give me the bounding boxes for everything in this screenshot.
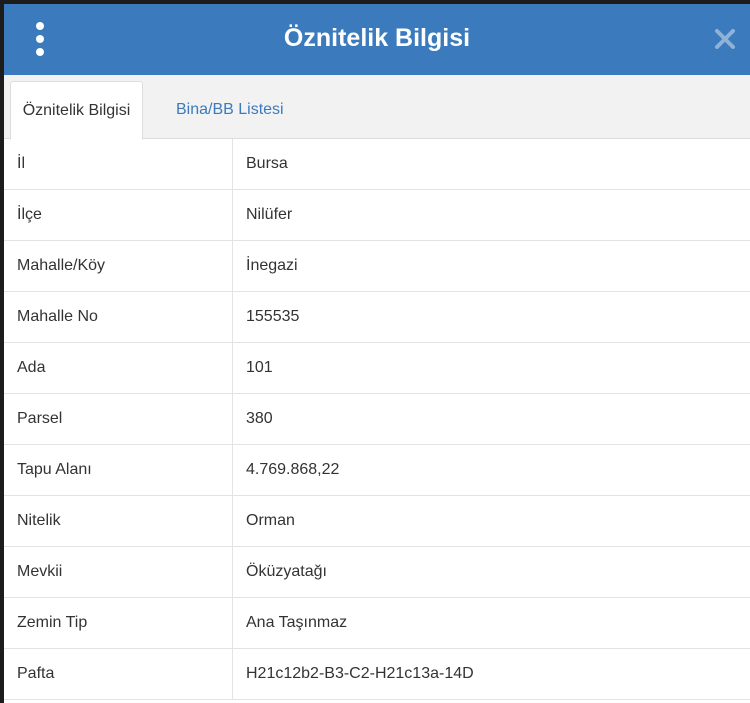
table-row: İl Bursa xyxy=(4,139,750,190)
attribute-key: Zemin Tip xyxy=(4,597,233,649)
table-row: Mevkii Öküzyatağı xyxy=(4,546,750,598)
attribute-value: 4.769.868,22 xyxy=(232,444,750,496)
attribute-value: Orman xyxy=(232,495,750,547)
attribute-value: Nilüfer xyxy=(232,189,750,241)
table-row: Nitelik Orman xyxy=(4,495,750,547)
table-row: Mahalle/Köy İnegazi xyxy=(4,240,750,292)
close-icon[interactable] xyxy=(712,26,738,52)
table-row: İlçe Nilüfer xyxy=(4,189,750,241)
attribute-key: İl xyxy=(4,139,233,190)
attribute-key: Tapu Alanı xyxy=(4,444,233,496)
attribute-key: Parsel xyxy=(4,393,233,445)
window-frame: Öznitelik Bilgisi Öznitelik Bilgisi Bina… xyxy=(0,0,750,703)
table-row: Mahalle No 155535 xyxy=(4,291,750,343)
attribute-key: İlçe xyxy=(4,189,233,241)
attribute-key: Mevkii xyxy=(4,546,233,598)
attribute-value: 380 xyxy=(232,393,750,445)
attribute-value: Bursa xyxy=(232,139,750,190)
attribute-key: Mahalle No xyxy=(4,291,233,343)
dialog-title: Öznitelik Bilgisi xyxy=(283,24,471,52)
table-row: Pafta H21c12b2-B3-C2-H21c13a-14D xyxy=(4,648,750,700)
attribute-info-dialog: Öznitelik Bilgisi Öznitelik Bilgisi Bina… xyxy=(4,4,750,703)
attribute-value: 155535 xyxy=(232,291,750,343)
attribute-key: Nitelik xyxy=(4,495,233,547)
attribute-value: Öküzyatağı xyxy=(232,546,750,598)
attribute-key: Pafta xyxy=(4,648,233,700)
attribute-value: H21c12b2-B3-C2-H21c13a-14D xyxy=(232,648,750,700)
tab-bar: Öznitelik Bilgisi Bina/BB Listesi xyxy=(4,75,750,140)
attribute-value: 101 xyxy=(232,342,750,394)
table-row: Zemin Tip Ana Taşınmaz xyxy=(4,597,750,649)
tab-building-list[interactable]: Bina/BB Listesi xyxy=(164,81,296,138)
dialog-titlebar: Öznitelik Bilgisi xyxy=(4,4,750,75)
table-row: Tapu Alanı 4.769.868,22 xyxy=(4,444,750,496)
attribute-key: Mahalle/Köy xyxy=(4,240,233,292)
table-row: Parsel 380 xyxy=(4,393,750,445)
attribute-key: Ada xyxy=(4,342,233,394)
attribute-table: İl Bursa İlçe Nilüfer Mahalle/Köy İnegazi Maha… xyxy=(4,139,750,700)
table-row: Ada 101 xyxy=(4,342,750,394)
attribute-value: Ana Taşınmaz xyxy=(232,597,750,649)
attribute-value: İnegazi xyxy=(232,240,750,292)
tab-attribute-info[interactable]: Öznitelik Bilgisi xyxy=(10,81,143,140)
